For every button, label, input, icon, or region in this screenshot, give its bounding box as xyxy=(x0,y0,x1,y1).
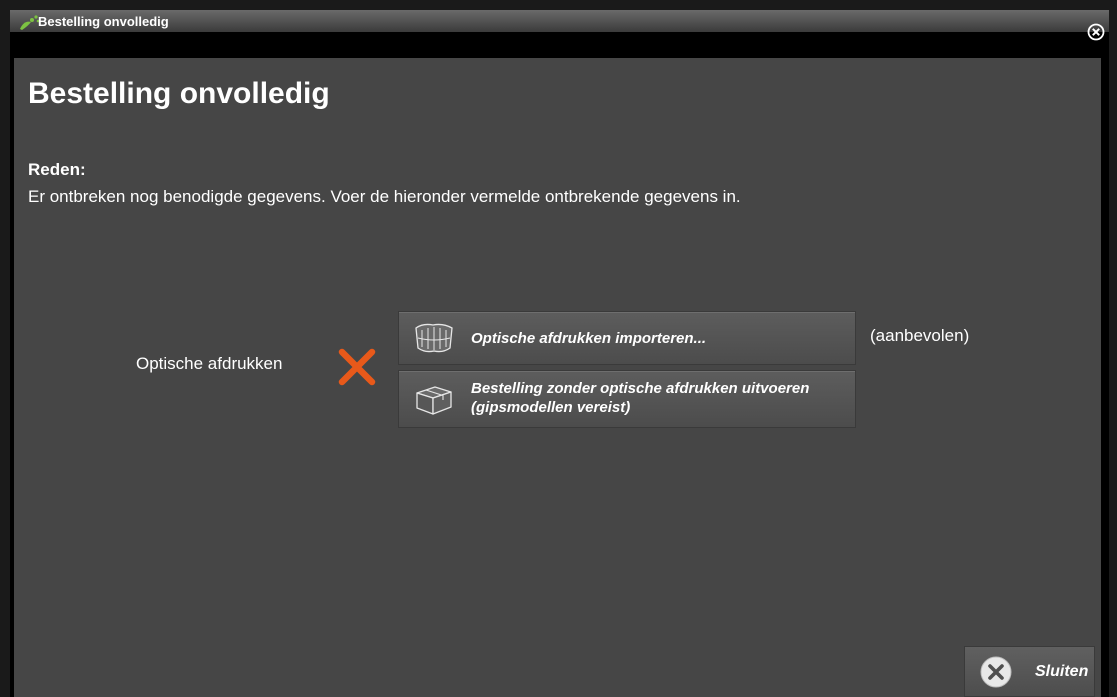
app-logo-icon xyxy=(20,15,40,30)
order-button-label-line2: (gipsmodellen vereist) xyxy=(471,399,631,416)
optical-impressions-icon xyxy=(415,323,453,353)
window-title: Bestelling onvolledig xyxy=(38,14,169,29)
dialog-content: Bestelling onvolledig Reden: Er ontbreke… xyxy=(14,58,1101,697)
requirement-label: Optische afdrukken xyxy=(136,354,283,373)
close-button[interactable]: Sluiten xyxy=(964,646,1095,697)
page-title: Bestelling onvolledig xyxy=(28,77,330,110)
order-button-label-line1: Bestelling zonder optische afdrukken uit… xyxy=(471,380,810,397)
package-box-icon xyxy=(416,386,452,415)
order-without-impressions-button[interactable]: Bestelling zonder optische afdrukken uit… xyxy=(398,370,856,428)
import-button-label: Optische afdrukken importeren... xyxy=(471,330,707,347)
import-optical-impressions-button[interactable]: Optische afdrukken importeren... xyxy=(398,311,856,365)
order-button-label: Bestelling zonder optische afdrukken uit… xyxy=(471,379,809,417)
dialog-window: Bestelling onvolledig Bestelling onvolle… xyxy=(10,10,1109,697)
close-circle-icon xyxy=(980,656,1012,688)
title-bar: Bestelling onvolledig xyxy=(10,10,1109,51)
reason-text: Er ontbreken nog benodigde gegevens. Voe… xyxy=(28,187,741,206)
close-circle-icon[interactable] xyxy=(1087,23,1105,41)
close-button-label: Sluiten xyxy=(1035,663,1089,680)
missing-x-icon xyxy=(338,348,376,386)
reason-label: Reden: xyxy=(28,160,86,179)
title-bar-strip xyxy=(10,10,1109,32)
recommended-note: (aanbevolen) xyxy=(870,326,970,345)
